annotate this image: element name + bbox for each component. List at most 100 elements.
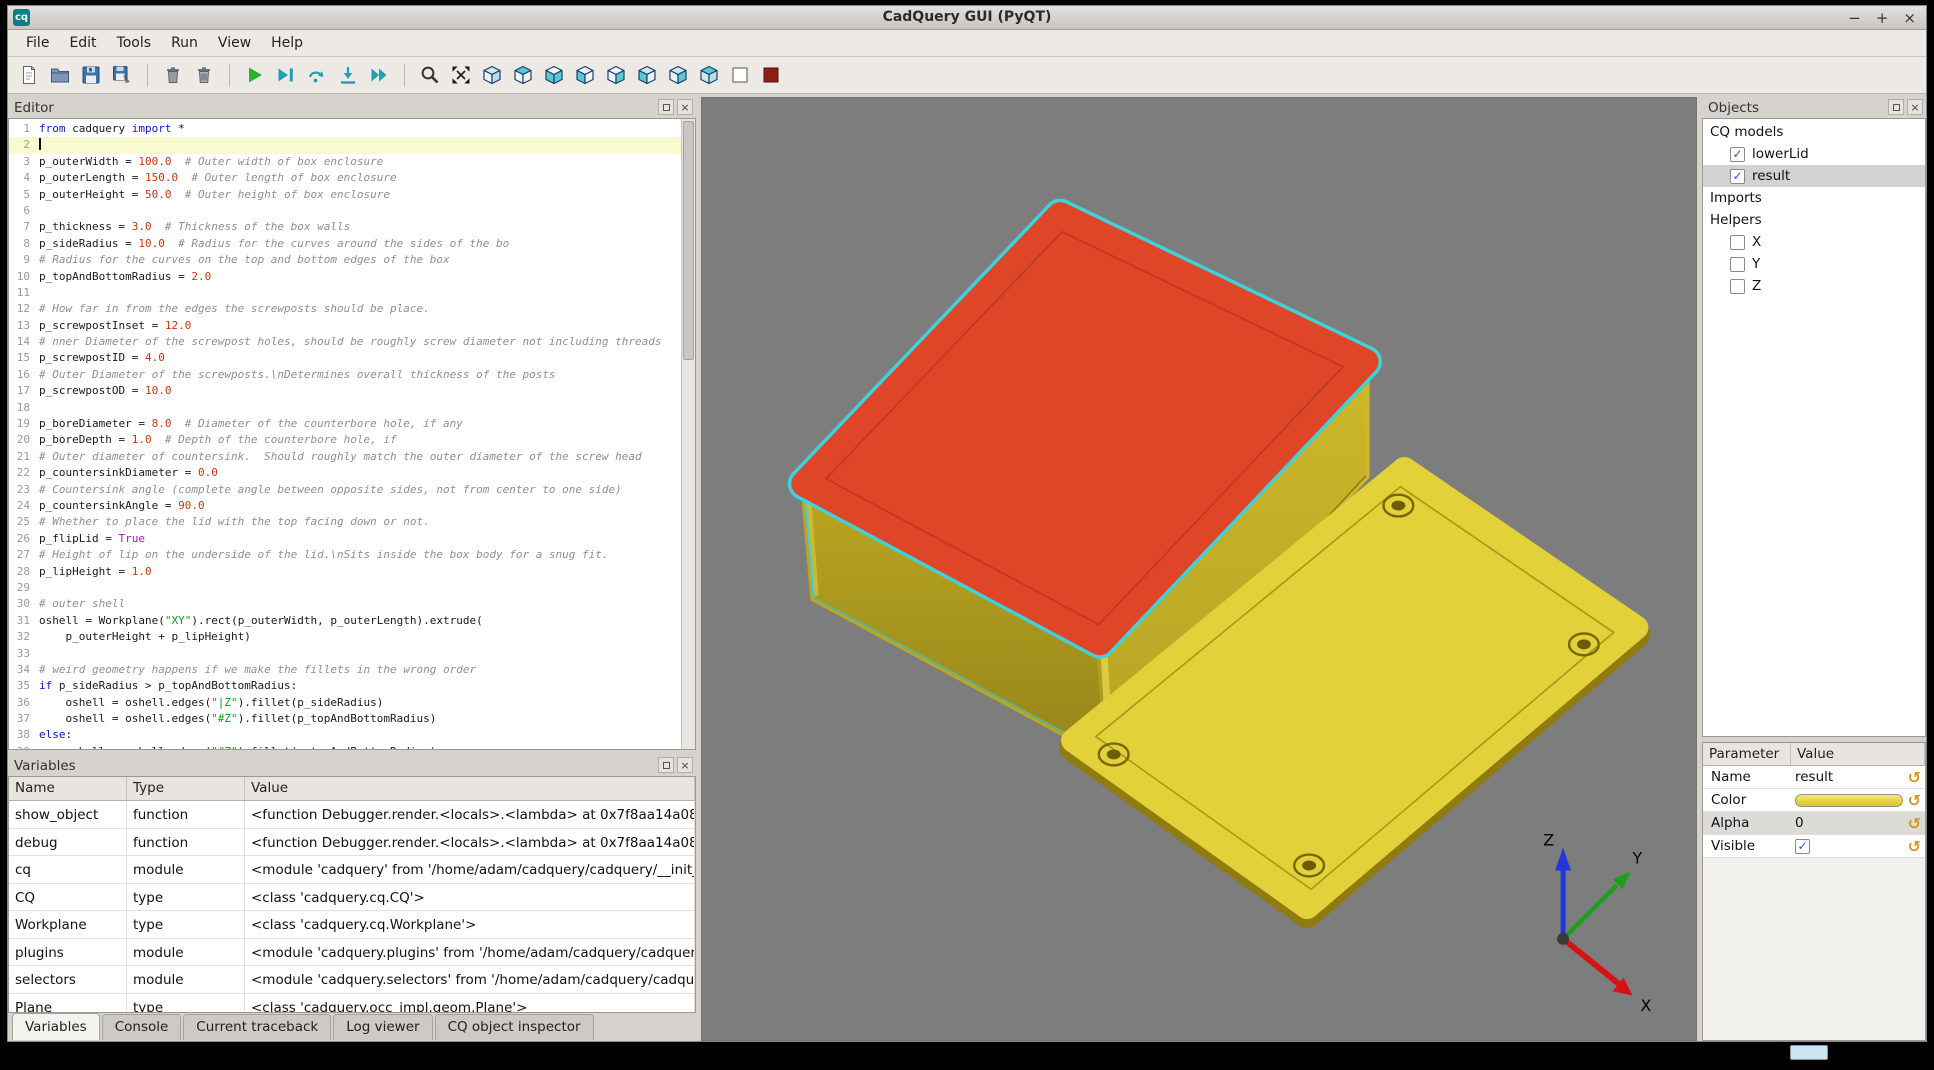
zoom-to-fit-button[interactable] [417, 62, 443, 88]
menu-edit[interactable]: Edit [59, 31, 106, 55]
tab-log-viewer[interactable]: Log viewer [333, 1014, 432, 1040]
editor-float-button[interactable] [658, 99, 674, 115]
tab-console[interactable]: Console [102, 1014, 182, 1040]
variable-row-cq[interactable]: CQtype<class 'cadquery.cq.CQ'> [9, 884, 695, 912]
step-into-button[interactable] [335, 62, 361, 88]
code-text: p_outerWidth = 100.0 # Outer width of bo… [39, 154, 681, 170]
column-header-type[interactable]: Type [127, 777, 245, 800]
code-text: # Outer diameter of countersink. Should … [39, 449, 681, 465]
param-value[interactable]: result [1791, 769, 1925, 785]
variable-cell: <function Debugger.render.<locals>.<lamb… [245, 829, 695, 856]
stop-button[interactable] [758, 62, 784, 88]
save-script-button[interactable] [78, 62, 104, 88]
editor-scrollbar[interactable] [681, 119, 695, 749]
param-row-name[interactable]: Nameresult↺ [1703, 766, 1925, 789]
variable-row-plane[interactable]: Planetype<class 'cadquery.occ_impl.geom.… [9, 994, 695, 1014]
tree-item-z[interactable]: Z [1703, 275, 1925, 297]
3d-viewport[interactable]: Z Y X [701, 97, 1697, 1041]
column-header-name[interactable]: Name [9, 777, 127, 800]
x-checkbox[interactable] [1730, 235, 1745, 250]
column-header-parameter[interactable]: Parameter [1703, 743, 1791, 765]
tab-current-traceback[interactable]: Current traceback [183, 1014, 331, 1040]
tree-item-result[interactable]: ✓result [1703, 165, 1925, 187]
code-line-3: 3p_outerWidth = 100.0 # Outer width of b… [9, 154, 681, 170]
reset-icon[interactable]: ↺ [1908, 768, 1921, 787]
y-checkbox[interactable] [1730, 257, 1745, 272]
objects-float-button[interactable] [1888, 99, 1904, 115]
reset-icon[interactable]: ↺ [1908, 837, 1921, 856]
right-view-button[interactable] [665, 62, 691, 88]
variable-row-workplane[interactable]: Workplanetype<class 'cadquery.cq.Workpla… [9, 911, 695, 939]
menu-tools[interactable]: Tools [107, 31, 162, 55]
variable-row-selectors[interactable]: selectorsmodule<module 'cadquery.selecto… [9, 966, 695, 994]
menu-help[interactable]: Help [261, 31, 313, 55]
variable-row-plugins[interactable]: pluginsmodule<module 'cadquery.plugins' … [9, 939, 695, 967]
fit-all-button[interactable] [448, 62, 474, 88]
tree-item-y[interactable]: Y [1703, 253, 1925, 275]
param-value[interactable] [1791, 794, 1925, 807]
column-header-value[interactable]: Value [245, 777, 695, 800]
code-text: p_countersinkAngle = 90.0 [39, 498, 681, 514]
param-value[interactable]: ✓ [1791, 839, 1925, 854]
new-script-button[interactable] [16, 62, 42, 88]
trash-button[interactable] [191, 62, 217, 88]
top-view-button[interactable] [510, 62, 536, 88]
close-button[interactable]: × [1903, 9, 1916, 27]
axo-view-button[interactable] [696, 62, 722, 88]
tree-group-cq-models[interactable]: CQ models [1703, 121, 1925, 143]
objects-panel-header: Objects × [1702, 97, 1926, 118]
variable-row-debug[interactable]: debugfunction<function Debugger.render.<… [9, 829, 695, 857]
menu-view[interactable]: View [208, 31, 261, 55]
back-view-button[interactable] [603, 62, 629, 88]
variables-float-button[interactable] [658, 757, 674, 773]
minimize-button[interactable]: − [1848, 9, 1861, 27]
tab-variables[interactable]: Variables [12, 1013, 100, 1040]
render-button[interactable] [242, 62, 268, 88]
code-editor[interactable]: 1from cadquery import *23p_outerWidth = … [8, 118, 696, 750]
open-script-button[interactable] [47, 62, 73, 88]
save-as-button[interactable] [109, 62, 135, 88]
reset-icon[interactable]: ↺ [1908, 814, 1921, 833]
tree-item-x[interactable]: X [1703, 231, 1925, 253]
debug-button[interactable] [273, 62, 299, 88]
param-row-alpha[interactable]: Alpha0↺ [1703, 812, 1925, 835]
variable-row-cq[interactable]: cqmodule<module 'cadquery' from '/home/a… [9, 856, 695, 884]
parameters-table-header: ParameterValue [1702, 742, 1926, 766]
editor-scrollbar-thumb[interactable] [683, 121, 694, 360]
reset-icon[interactable]: ↺ [1908, 791, 1921, 810]
tree-group-imports[interactable]: Imports [1703, 187, 1925, 209]
variable-row-show-object[interactable]: show_objectfunction<function Debugger.re… [9, 801, 695, 829]
code-area[interactable]: 1from cadquery import *23p_outerWidth = … [9, 119, 681, 749]
menu-file[interactable]: File [16, 31, 59, 55]
continue-button[interactable] [366, 62, 392, 88]
editor-close-button[interactable]: × [677, 99, 693, 115]
delete-button[interactable] [160, 62, 186, 88]
bottom-view-button[interactable] [541, 62, 567, 88]
column-header-value[interactable]: Value [1791, 743, 1925, 765]
menu-run[interactable]: Run [161, 31, 208, 55]
lowerlid-checkbox[interactable]: ✓ [1730, 147, 1745, 162]
variables-close-button[interactable]: × [677, 757, 693, 773]
objects-panel-title: Objects [1708, 100, 1759, 116]
left-view-button[interactable] [634, 62, 660, 88]
param-row-color[interactable]: Color↺ [1703, 789, 1925, 812]
code-line-32: 32 p_outerHeight + p_lipHeight) [9, 629, 681, 645]
front-view-button[interactable] [572, 62, 598, 88]
z-checkbox[interactable] [1730, 279, 1745, 294]
step-over-button[interactable] [304, 62, 330, 88]
param-row-visible[interactable]: Visible✓↺ [1703, 835, 1925, 858]
line-number: 23 [9, 482, 39, 498]
white-square-button[interactable] [727, 62, 753, 88]
color-swatch[interactable] [1795, 794, 1903, 807]
param-value[interactable]: 0 [1791, 815, 1925, 831]
tree-item-lowerlid[interactable]: ✓lowerLid [1703, 143, 1925, 165]
visible-checkbox[interactable]: ✓ [1795, 839, 1810, 854]
result-checkbox[interactable]: ✓ [1730, 169, 1745, 184]
variable-cell: CQ [9, 884, 127, 911]
iso-view-button[interactable] [479, 62, 505, 88]
code-text: p_outerLength = 150.0 # Outer length of … [39, 170, 681, 186]
tree-group-helpers[interactable]: Helpers [1703, 209, 1925, 231]
tab-cq-object-inspector[interactable]: CQ object inspector [435, 1014, 594, 1040]
objects-close-button[interactable]: × [1907, 99, 1923, 115]
maximize-button[interactable]: + [1876, 9, 1889, 27]
